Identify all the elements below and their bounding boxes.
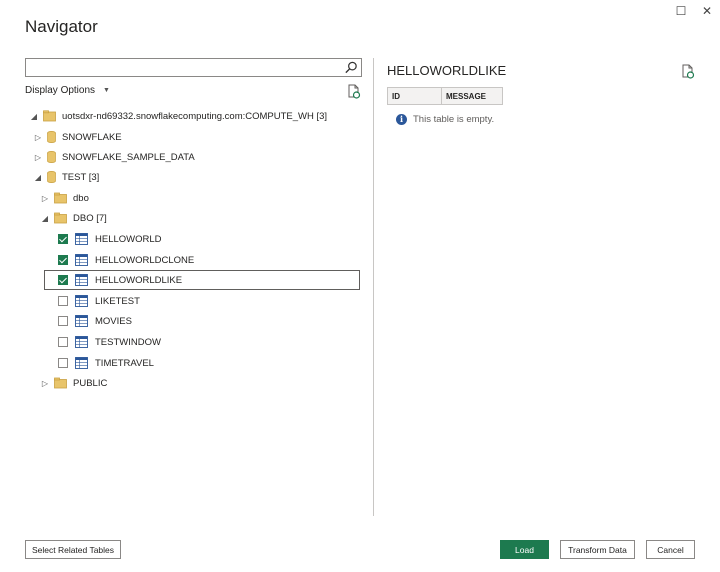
table-icon: [75, 336, 88, 348]
display-options-label: Display Options: [25, 85, 96, 96]
database-icon: [47, 131, 56, 143]
load-button[interactable]: Load: [500, 540, 549, 559]
tree-schema-node[interactable]: ◢ DBO [7]: [40, 209, 107, 227]
tree-table-label: HELLOWORLDLIKE: [95, 274, 183, 286]
tree-database-label: SNOWFLAKE: [62, 131, 122, 143]
tree-table-label: MOVIES: [95, 315, 132, 327]
tree-table-label: TIMETRAVEL: [95, 357, 154, 369]
expanded-caret-icon[interactable]: ◢: [33, 173, 43, 182]
collapsed-caret-icon[interactable]: ▷: [33, 153, 43, 162]
transform-data-button[interactable]: Transform Data: [560, 540, 635, 559]
empty-message-text: This table is empty.: [413, 114, 495, 125]
table-checkbox[interactable]: [58, 255, 68, 265]
tree-table-node[interactable]: HELLOWORLDLIKE: [58, 271, 182, 289]
database-icon: [47, 151, 56, 163]
info-icon: i: [396, 114, 407, 125]
tree-database-node[interactable]: ◢ TEST [3]: [33, 168, 99, 186]
tree-table-node[interactable]: HELLOWORLDCLONE: [58, 251, 194, 269]
table-checkbox[interactable]: [58, 316, 68, 326]
column-header[interactable]: MESSAGE: [441, 87, 503, 105]
tree-database-label: SNOWFLAKE_SAMPLE_DATA: [62, 151, 195, 163]
table-checkbox[interactable]: [58, 234, 68, 244]
search-input[interactable]: [25, 58, 362, 77]
table-icon: [75, 315, 88, 327]
server-icon: [43, 110, 56, 122]
tree-database-node[interactable]: ▷ SNOWFLAKE_SAMPLE_DATA: [33, 148, 195, 166]
table-icon: [75, 357, 88, 369]
preview-table: ID MESSAGE: [387, 87, 503, 105]
select-related-tables-button[interactable]: Select Related Tables: [25, 540, 121, 559]
table-icon: [75, 233, 88, 245]
tree-database-label: TEST [3]: [62, 171, 100, 183]
column-header[interactable]: ID: [387, 87, 442, 105]
tree-schema-label: dbo: [73, 192, 89, 204]
cancel-button[interactable]: Cancel: [646, 540, 695, 559]
collapsed-caret-icon[interactable]: ▷: [33, 133, 43, 142]
tree-table-label: HELLOWORLDCLONE: [95, 254, 195, 266]
preview-refresh-icon[interactable]: [681, 64, 695, 79]
empty-table-message: i This table is empty.: [396, 114, 494, 125]
tree-table-node[interactable]: TIMETRAVEL: [58, 354, 154, 372]
table-checkbox[interactable]: [58, 296, 68, 306]
tree-server-label: uotsdxr-nd69332.snowflakecomputing.com:C…: [62, 110, 328, 122]
preview-title: HELLOWORLDLIKE: [387, 63, 507, 78]
table-icon: [75, 295, 88, 307]
window-title: Navigator: [25, 17, 98, 36]
maximize-icon[interactable]: ☐: [674, 4, 688, 18]
database-icon: [47, 171, 56, 183]
folder-icon: [54, 377, 67, 389]
tree-table-node[interactable]: TESTWINDOW: [58, 333, 161, 351]
table-checkbox[interactable]: [58, 275, 68, 285]
tree-schema-node[interactable]: ▷ dbo: [40, 189, 89, 207]
close-icon[interactable]: ✕: [700, 4, 714, 18]
tree-table-node[interactable]: LIKETEST: [58, 292, 140, 310]
table-checkbox[interactable]: [58, 358, 68, 368]
display-options-dropdown[interactable]: Display Options ▼: [25, 85, 110, 96]
tree-schema-label: PUBLIC: [73, 377, 108, 389]
tree-database-node[interactable]: ▷ SNOWFLAKE: [33, 128, 122, 146]
collapsed-caret-icon[interactable]: ▷: [40, 194, 50, 203]
tree-table-label: LIKETEST: [95, 295, 140, 307]
tree-schema-node[interactable]: ▷ PUBLIC: [40, 374, 107, 392]
pane-divider[interactable]: [373, 58, 374, 516]
tree-table-label: HELLOWORLD: [95, 233, 162, 245]
folder-icon: [54, 192, 67, 204]
tree-table-label: TESTWINDOW: [95, 336, 161, 348]
search-icon[interactable]: [343, 60, 359, 75]
caret-down-icon: ▼: [103, 87, 110, 94]
refresh-icon[interactable]: [347, 84, 361, 99]
folder-icon: [54, 212, 67, 224]
expanded-caret-icon[interactable]: ◢: [40, 214, 50, 223]
tree-schema-label: DBO [7]: [73, 212, 107, 224]
table-checkbox[interactable]: [58, 337, 68, 347]
collapsed-caret-icon[interactable]: ▷: [40, 379, 50, 388]
tree-server-node[interactable]: ◢ uotsdxr-nd69332.snowflakecomputing.com…: [29, 107, 327, 125]
table-icon: [75, 274, 88, 286]
table-icon: [75, 254, 88, 266]
tree-table-node[interactable]: HELLOWORLD: [58, 230, 162, 248]
tree-table-node[interactable]: MOVIES: [58, 312, 132, 330]
expanded-caret-icon[interactable]: ◢: [29, 112, 39, 121]
